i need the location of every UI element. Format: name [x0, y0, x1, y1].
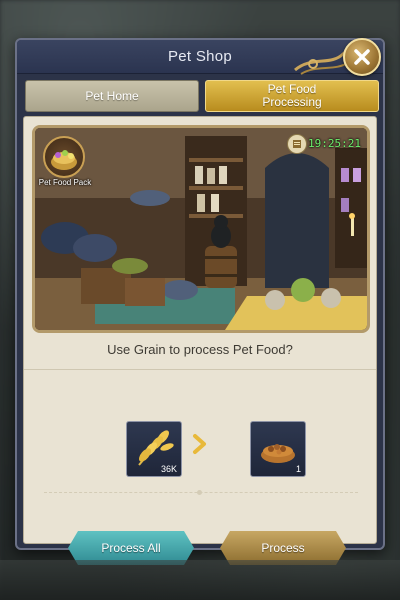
dialog-title: Pet Shop [167, 48, 233, 65]
pet-shop-scene: Pet Food Pack 19:25:21 [32, 125, 370, 333]
process-prompt: Use Grain to process Pet Food? [107, 342, 293, 357]
process-label: Process [261, 541, 305, 555]
bottom-backdrop [0, 560, 400, 600]
pet-food-pack-button[interactable] [43, 136, 85, 178]
scroll-icon [287, 134, 307, 154]
close-button[interactable] [343, 38, 381, 76]
input-item-quantity: 36K [160, 464, 177, 474]
process-all-label: Process All [101, 541, 161, 555]
pet-shop-dialog: Pet Shop Pet Home Pet Food Processing Pe… [15, 38, 385, 550]
pet-food-pack-label: Pet Food Pack [38, 178, 92, 187]
tab-pet-home-label: Pet Home [85, 88, 139, 103]
tab-pet-food-processing-label: Pet Food Processing [262, 82, 322, 109]
pet-food-pack-icon [51, 150, 77, 170]
divider-dot [197, 490, 202, 495]
output-item-slot[interactable]: 1 [250, 421, 306, 477]
pet-food-bowl-icon [261, 444, 295, 463]
tab-pet-home[interactable]: Pet Home [25, 80, 199, 112]
tab-pet-food-processing[interactable]: Pet Food Processing [205, 80, 379, 112]
close-icon [354, 49, 370, 65]
output-item-quantity: 1 [295, 464, 301, 474]
countdown-timer: 19:25:21 [308, 137, 361, 150]
input-item-slot[interactable]: 36K [126, 421, 182, 477]
content-area: Pet Food Pack 19:25:21 Use Grain to proc… [23, 116, 377, 544]
chevron-right-icon [193, 434, 206, 454]
tab-bar: Pet Home Pet Food Processing [25, 80, 379, 112]
divider [24, 369, 376, 370]
